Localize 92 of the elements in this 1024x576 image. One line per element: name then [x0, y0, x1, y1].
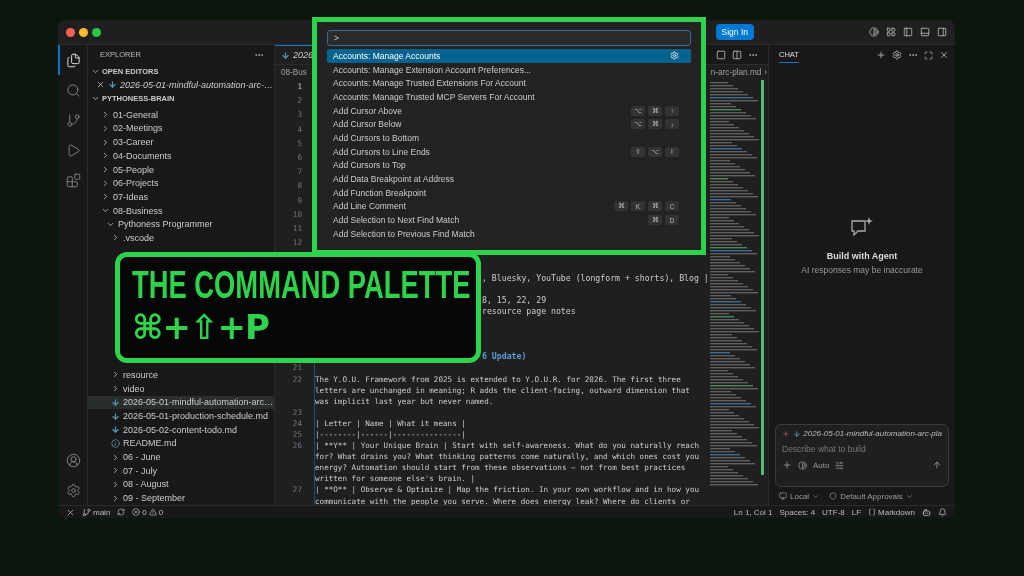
file-tree-item[interactable]: README.md — [88, 436, 274, 451]
shield-icon — [829, 492, 838, 500]
plus-icon[interactable] — [876, 50, 886, 60]
command-input[interactable]: > — [327, 30, 691, 46]
bot-icon[interactable] — [922, 507, 931, 517]
command-item[interactable]: Add Cursors to Top — [327, 158, 691, 173]
status-item[interactable]: UTF-8 — [822, 507, 845, 517]
bell-icon[interactable] — [938, 507, 947, 517]
file-tree-item[interactable]: 07 - July — [88, 463, 274, 478]
file-tree-item[interactable]: 08-Business — [88, 203, 274, 218]
download-arrow-icon — [281, 50, 290, 60]
plus-icon — [782, 429, 790, 438]
chat-input-field[interactable]: Describe what to build — [782, 438, 942, 460]
half-circle-icon[interactable] — [798, 460, 807, 470]
square-icon[interactable] — [716, 49, 726, 60]
approvals-picker[interactable]: Default Approvals — [829, 491, 913, 501]
file-tree-item[interactable]: 07-Ideas — [88, 190, 274, 204]
file-tree-item[interactable]: Pythoness Programmer — [88, 217, 274, 232]
download-arrow-icon — [108, 80, 117, 90]
split-editor-icon[interactable] — [732, 49, 742, 60]
code-text: , Bluesky, YouTube (longform + shorts), Blog | — [482, 272, 709, 285]
status-item[interactable]: Ln 1, Col 1 — [733, 507, 773, 517]
code-text: 6 Update) — [482, 351, 527, 363]
code-text: 8, 15, 22, 29 — [482, 295, 547, 307]
file-tree-item[interactable]: 04-Documents — [88, 149, 274, 163]
file-tree-item[interactable]: 09 - September — [88, 491, 274, 505]
command-item[interactable]: Accounts: Manage Accounts — [327, 49, 691, 63]
sync-icon[interactable] — [117, 508, 126, 516]
banner-title: THE COMMAND PALETTE — [132, 265, 471, 305]
monitor-icon — [779, 492, 787, 500]
maximize-icon[interactable] — [924, 50, 933, 60]
problems-indicator[interactable]: 0 0 — [132, 507, 164, 517]
file-tree-item[interactable]: 08 - August — [88, 477, 274, 492]
chevron-down-icon — [812, 492, 820, 500]
file-tree-item[interactable]: .vscode — [88, 231, 274, 245]
settings-icon[interactable] — [892, 50, 902, 60]
sliders-icon[interactable] — [835, 460, 845, 470]
target-picker[interactable]: Local — [779, 491, 820, 501]
branch-indicator[interactable]: main — [82, 507, 111, 517]
download-arrow-icon — [111, 397, 120, 407]
mode-picker[interactable]: Auto — [813, 460, 830, 470]
file-tree-item[interactable]: 05-People — [88, 162, 274, 177]
command-item[interactable]: Accounts: Manage Extension Account Preferences... — [327, 62, 691, 77]
chat-input-box[interactable]: 2026-05-01-mindful-automation-arc-pla Describe what to build Auto — [775, 424, 949, 487]
chevron-right-icon — [111, 233, 120, 243]
command-item[interactable]: Accounts: Manage Trusted Extensions For Account — [327, 76, 691, 91]
close-icon[interactable] — [939, 50, 949, 60]
panel-left-icon[interactable] — [903, 27, 913, 37]
banner-shortcut: ⌘+⇧+P — [132, 307, 269, 347]
open-editor-item[interactable]: 2026-05-01-mindful-automation-arc-… — [88, 78, 274, 92]
download-arrow-icon — [792, 429, 801, 438]
minimize-button[interactable] — [79, 27, 88, 37]
layout-icon[interactable] — [886, 27, 896, 37]
close-button[interactable] — [66, 27, 75, 37]
command-item[interactable]: Add Selection to Previous Find Match — [327, 226, 691, 241]
plus-icon[interactable] — [782, 460, 792, 470]
empty-subtitle: AI responses may be inaccurate — [801, 264, 923, 275]
file-tree-item[interactable]: 01-General — [88, 107, 274, 122]
command-item[interactable]: Add Cursors to Bottom — [327, 131, 691, 145]
panel-bottom-icon[interactable] — [920, 27, 930, 37]
file-tree-item[interactable]: 06 - June — [88, 450, 274, 464]
sign-in-button[interactable]: Sign In — [715, 24, 754, 40]
file-tree-item[interactable]: resource — [88, 368, 274, 382]
close-icon[interactable] — [96, 80, 105, 90]
command-item[interactable]: Add Function Breakpoint — [327, 185, 691, 200]
command-item[interactable]: Add Data Breakpoint at Address — [327, 172, 691, 186]
status-item[interactable]: Spaces: 4 — [779, 507, 816, 517]
file-tree-item[interactable]: 06-Projects — [88, 176, 274, 191]
breadcrumb[interactable]: 08-Bus — [281, 68, 307, 77]
half-circle-icon[interactable] — [869, 27, 879, 37]
download-arrow-icon — [111, 411, 120, 421]
breadcrumb-separator: › — [764, 68, 767, 77]
chevron-down-icon — [905, 492, 913, 500]
scrollbar-thumb[interactable] — [761, 80, 764, 475]
zoom-button[interactable] — [92, 27, 101, 37]
command-item[interactable]: Accounts: Manage Trusted MCP Servers For Account — [327, 90, 691, 104]
empty-title: Build with Agent — [826, 250, 898, 261]
send-icon[interactable] — [932, 460, 942, 470]
status-item[interactable]: LF — [851, 507, 862, 517]
file-tree-item[interactable]: 02-Meetings — [88, 121, 274, 136]
language-indicator[interactable]: Markdown — [868, 507, 915, 517]
file-tree-item[interactable]: 03-Career — [88, 135, 274, 149]
file-tree-item[interactable]: video — [88, 381, 274, 396]
file-tree-item[interactable]: 2026-05-01-mindful-automation-arc… — [88, 395, 274, 410]
info-icon — [111, 438, 120, 448]
file-tree-item[interactable]: 2026-05-01-production-schedule.md — [88, 409, 274, 423]
file-tree-item[interactable]: 2026-05-02-content-todo.md — [88, 422, 274, 437]
breadcrumb[interactable]: n-arc-plan.md — [710, 68, 762, 77]
code-text: resource page notes — [482, 306, 576, 318]
download-arrow-icon — [111, 425, 120, 435]
attachment-chip[interactable]: 2026-05-01-mindful-automation-arc-pla — [782, 429, 942, 438]
panel-right-icon[interactable] — [937, 27, 947, 37]
